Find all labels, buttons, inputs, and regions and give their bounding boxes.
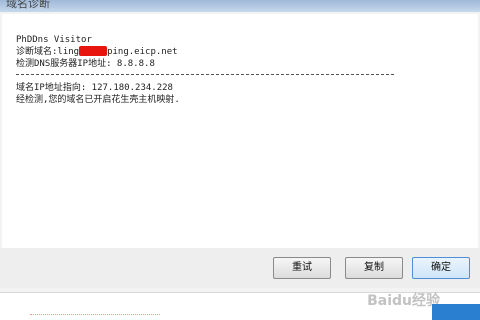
domain-suffix: ping.eicp.net [107,47,178,57]
dotted-underline [30,314,160,316]
console-output: PhDDns Visitor 诊断域名:ling ping.eicp.net 检测… [16,34,416,106]
titlebar: 域名诊断 [0,0,480,12]
button-bar [0,248,480,288]
domain-line: 诊断域名:ling ping.eicp.net [16,46,416,58]
redaction-mark [79,46,108,56]
domain-diagnosis-dialog: 域名诊断 PhDDns Visitor 诊断域名:ling ping.eicp.n… [0,0,480,320]
result-line: 经检测,您的域名已开启花生壳主机映射. [16,95,180,105]
ok-button[interactable]: 确定 [412,257,470,279]
domain-prefix: 诊断域名:ling [16,47,80,57]
watermark-text: Baidu经验 [367,293,440,309]
copy-button[interactable]: 复制 [345,257,403,279]
window-title: 域名诊断 [6,0,50,10]
corner-badge [432,304,480,320]
diagnosis-output-panel: PhDDns Visitor 诊断域名:ling ping.eicp.net 检测… [2,14,478,249]
dns-server-line: 检测DNS服务器IP地址: 8.8.8.8 [16,59,155,69]
retry-button[interactable]: 重试 [273,257,331,279]
visitor-line: PhDDns Visitor [16,35,92,45]
ip-address-line: 域名IP地址指向: 127.180.234.228 [16,83,173,93]
